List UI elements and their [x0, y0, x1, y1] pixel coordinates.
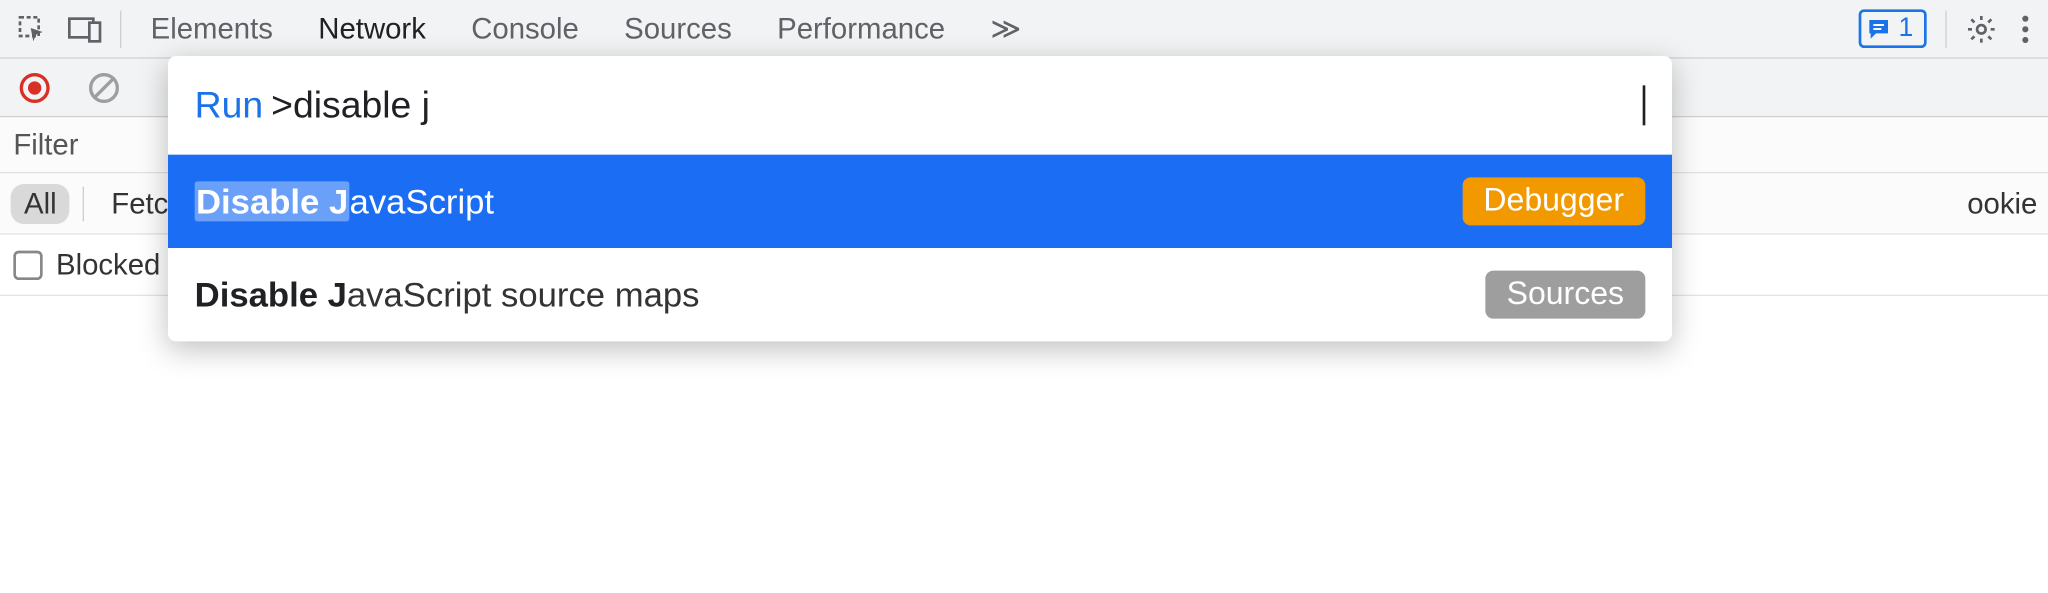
- filter-input[interactable]: Filter: [13, 127, 78, 162]
- command-badge-debugger: Debugger: [1462, 177, 1645, 225]
- record-button[interactable]: [8, 61, 61, 114]
- issues-count: 1: [1898, 13, 1913, 44]
- issues-badge[interactable]: 1: [1858, 9, 1926, 48]
- command-run-prefix: Run: [195, 84, 263, 127]
- divider: [83, 186, 84, 221]
- command-badge-sources: Sources: [1485, 271, 1645, 319]
- tab-console[interactable]: Console: [463, 6, 587, 51]
- filter-cookies-fragment[interactable]: ookie: [1967, 186, 2037, 221]
- tab-network[interactable]: Network: [310, 6, 434, 51]
- settings-icon[interactable]: [1955, 2, 2008, 55]
- chat-icon: [1866, 17, 1890, 41]
- command-match-bold: Disable J: [195, 274, 347, 315]
- command-palette: Run Disable JavaScript Debugger Disable …: [168, 56, 1672, 341]
- command-input[interactable]: [271, 84, 1648, 127]
- devtools-tab-bar: Elements Network Console Sources Perform…: [0, 0, 2048, 59]
- tabs-overflow-icon[interactable]: ≫: [982, 6, 1029, 51]
- clear-icon[interactable]: [77, 61, 130, 114]
- device-toolbar-icon[interactable]: [59, 2, 112, 55]
- inspect-element-icon[interactable]: [5, 2, 58, 55]
- divider: [1945, 10, 1946, 47]
- command-input-row[interactable]: Run: [168, 56, 1672, 155]
- tab-sources[interactable]: Sources: [616, 6, 740, 51]
- tab-elements[interactable]: Elements: [143, 6, 281, 51]
- command-item-disable-js-source-maps[interactable]: Disable JavaScript source maps Sources: [168, 248, 1672, 341]
- blocked-label: Blocked: [56, 247, 160, 282]
- divider: [120, 10, 121, 47]
- text-caret: [1643, 85, 1646, 125]
- command-item-disable-javascript[interactable]: Disable JavaScript Debugger: [168, 155, 1672, 248]
- tabs-container: Elements Network Console Sources Perform…: [143, 6, 1859, 51]
- command-item-rest: avaScript source maps: [347, 274, 700, 315]
- command-match-highlight: Disable J: [195, 181, 350, 221]
- blocked-checkbox[interactable]: [13, 250, 42, 279]
- more-menu-icon[interactable]: [2008, 2, 2043, 55]
- tab-performance[interactable]: Performance: [769, 6, 953, 51]
- command-item-rest: avaScript: [350, 181, 495, 222]
- filter-pill-all[interactable]: All: [11, 183, 70, 223]
